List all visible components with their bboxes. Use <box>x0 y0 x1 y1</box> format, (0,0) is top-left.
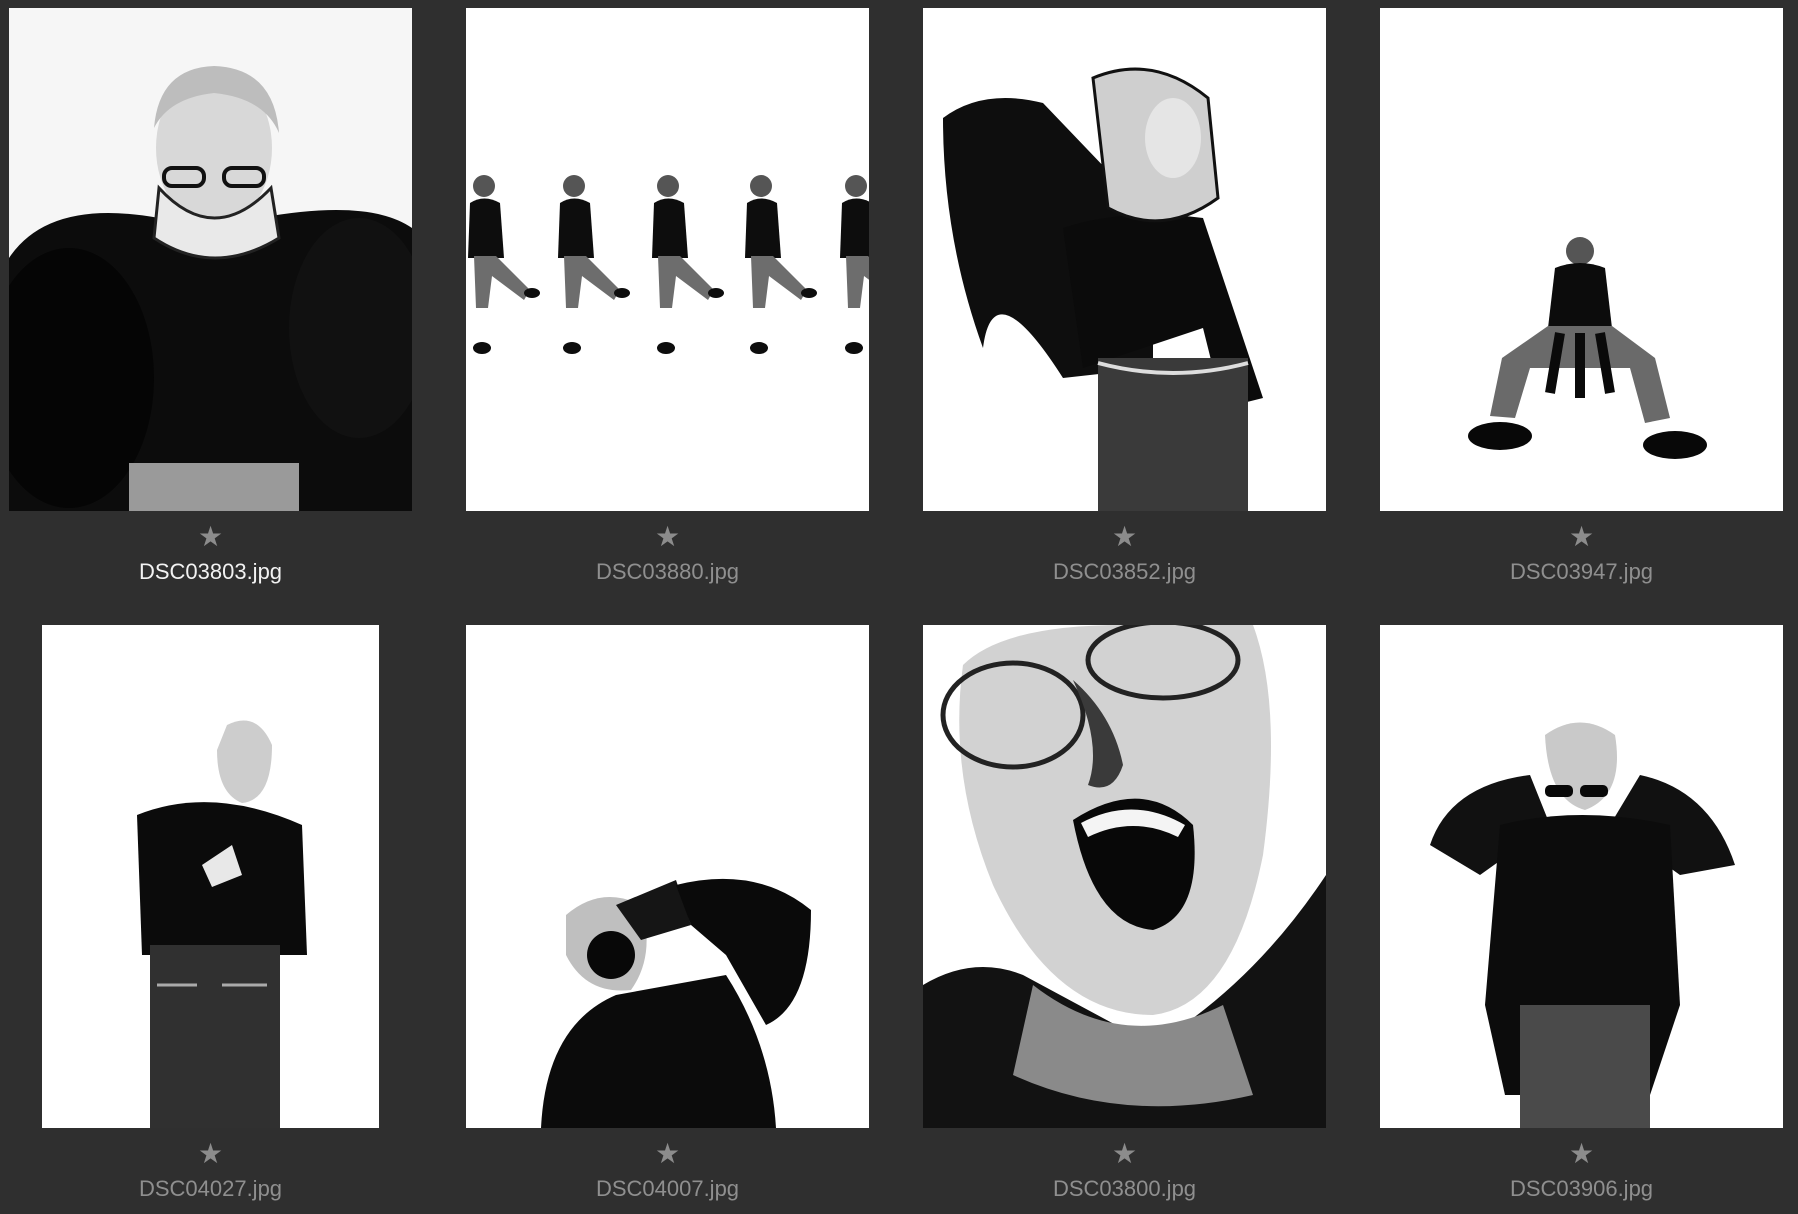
filename-label: DSC03947.jpg <box>1509 559 1654 584</box>
photo-back-turned <box>42 625 379 1128</box>
star-icon[interactable]: ★ <box>9 520 412 554</box>
photo-grid: ★ DSC03803.jpg ★ DSC03880.jpg ★ DSC03852… <box>0 0 1798 1214</box>
photo-thumbnail[interactable] <box>42 625 379 1128</box>
filename-label: DSC04027.jpg <box>138 1176 283 1201</box>
thumbnail-area <box>466 625 869 1128</box>
photo-thumbnail[interactable] <box>1380 8 1783 511</box>
filename-label: DSC03880.jpg <box>595 559 740 584</box>
photo-thumbnail[interactable] <box>923 8 1326 511</box>
filename-label: DSC03800.jpg <box>1052 1176 1197 1201</box>
star-icon[interactable]: ★ <box>1380 1137 1783 1171</box>
filename-label: DSC04007.jpg <box>595 1176 740 1201</box>
star-icon[interactable]: ★ <box>466 1137 869 1171</box>
thumbnail-area <box>466 8 869 511</box>
thumbnail-area <box>1380 8 1783 511</box>
photo-thumbnail[interactable] <box>466 8 869 511</box>
photo-leather-jacket <box>1380 625 1783 1128</box>
thumbnail-area <box>923 8 1326 511</box>
thumbnail-area <box>1380 625 1783 1128</box>
photo-jumping-repeat <box>466 8 869 511</box>
filename-label: DSC03852.jpg <box>1052 559 1197 584</box>
star-icon[interactable]: ★ <box>923 1137 1326 1171</box>
photo-thumbnail[interactable] <box>9 8 412 511</box>
thumbnail-area <box>9 625 412 1128</box>
photo-screaming-closeup <box>923 625 1326 1128</box>
star-icon[interactable]: ★ <box>466 520 869 554</box>
photo-card[interactable]: ★ DSC03852.jpg <box>923 0 1326 590</box>
star-icon[interactable]: ★ <box>1380 520 1783 554</box>
photo-hood-pull <box>923 8 1326 511</box>
star-icon[interactable]: ★ <box>923 520 1326 554</box>
photo-thumbnail[interactable] <box>466 625 869 1128</box>
photo-thumbnail[interactable] <box>923 625 1326 1128</box>
photo-card[interactable]: ★ DSC03800.jpg <box>923 617 1326 1207</box>
filename-label: DSC03906.jpg <box>1509 1176 1654 1201</box>
photo-selfie-reaching <box>9 8 412 511</box>
thumbnail-area <box>9 8 412 511</box>
thumbnail-area <box>923 625 1326 1128</box>
filename-label: DSC03803.jpg <box>138 559 283 584</box>
photo-card[interactable]: ★ DSC04027.jpg <box>9 617 412 1207</box>
photo-card[interactable]: ★ DSC03947.jpg <box>1380 0 1783 590</box>
photo-stool-sitting <box>1380 8 1783 511</box>
photo-card[interactable]: ★ DSC03880.jpg <box>466 0 869 590</box>
photo-card[interactable]: ★ DSC04007.jpg <box>466 617 869 1207</box>
photo-hand-on-face <box>466 625 869 1128</box>
photo-card[interactable]: ★ DSC03803.jpg <box>9 0 412 590</box>
photo-thumbnail[interactable] <box>1380 625 1783 1128</box>
star-icon[interactable]: ★ <box>9 1137 412 1171</box>
photo-card[interactable]: ★ DSC03906.jpg <box>1380 617 1783 1207</box>
